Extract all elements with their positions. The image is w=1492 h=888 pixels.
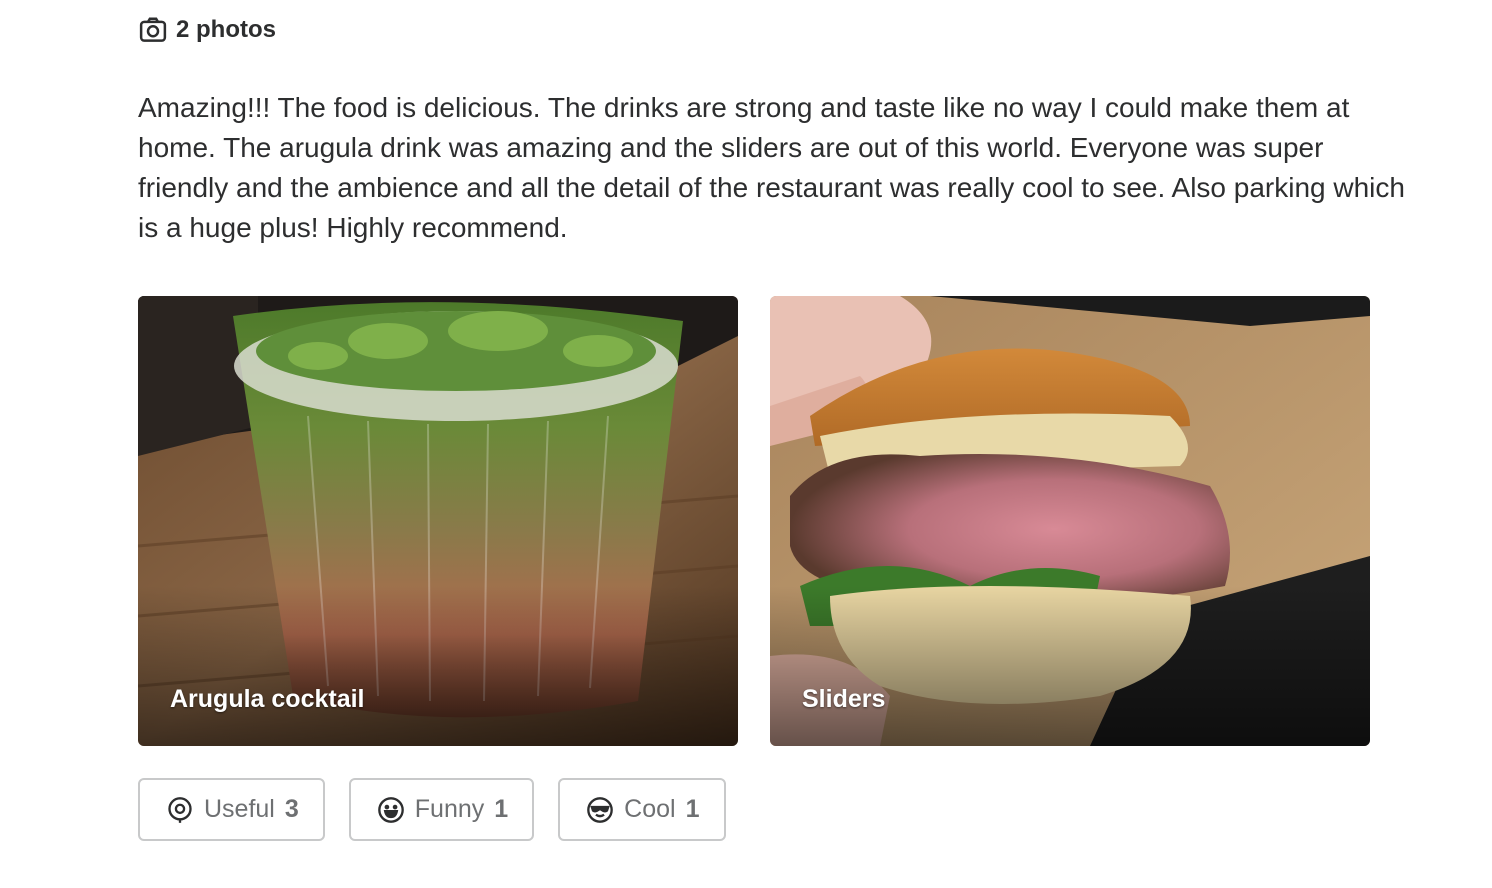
funny-label: Funny (414, 795, 485, 823)
funny-count: 1 (494, 795, 509, 823)
reaction-buttons: Useful 3 Funny 1 Cool 1 (138, 778, 726, 841)
review-text: Amazing!!! The food is delicious. The dr… (138, 92, 1405, 243)
useful-count: 3 (284, 795, 299, 823)
useful-label: Useful (204, 795, 275, 823)
laughing-face-icon (377, 796, 404, 823)
lightbulb-icon (168, 796, 192, 823)
photos-count-link[interactable]: 2 photos (138, 14, 276, 46)
photo-sliders[interactable]: Sliders (770, 296, 1370, 746)
photo-caption-shade (770, 586, 1370, 746)
photo-caption: Arugula cocktail (170, 685, 365, 713)
useful-button[interactable]: Useful 3 (138, 778, 325, 841)
cool-button[interactable]: Cool 1 (558, 778, 726, 841)
photo-caption: Sliders (802, 685, 886, 713)
cool-label: Cool (624, 795, 676, 823)
funny-button[interactable]: Funny 1 (348, 778, 535, 841)
photo-arugula-cocktail[interactable]: Arugula cocktail (138, 296, 738, 746)
sunglasses-face-icon (587, 796, 614, 823)
photo-caption-shade (138, 586, 738, 746)
camera-icon (139, 17, 167, 42)
photos-count-label: 2 photos (176, 16, 276, 43)
cool-count: 1 (685, 795, 700, 823)
